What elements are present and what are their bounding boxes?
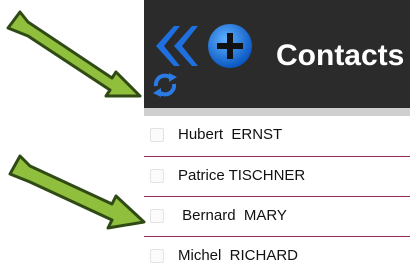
contact-name: Hubert ERNST <box>178 126 283 143</box>
contact-row[interactable]: Michel RICHARD <box>144 236 410 276</box>
add-circle-icon[interactable] <box>206 22 254 70</box>
contact-list: Hubert ERNST Patrice TISCHNER Bernard MA… <box>144 116 410 276</box>
app-header: Contacts <box>144 0 410 108</box>
page-title: Contacts <box>276 39 405 72</box>
header-separator <box>144 108 410 116</box>
annotation-arrow-icon <box>6 10 142 98</box>
contact-name: Michel RICHARD <box>178 247 299 264</box>
annotation-arrow-icon <box>8 154 146 230</box>
contact-name: Bernard MARY <box>178 207 287 224</box>
contact-row[interactable]: Bernard MARY <box>144 196 410 236</box>
contact-checkbox[interactable] <box>150 249 164 263</box>
contact-row[interactable]: Patrice TISCHNER <box>144 156 410 196</box>
contact-checkbox[interactable] <box>150 128 164 142</box>
double-chevron-left-icon[interactable] <box>152 24 198 68</box>
contact-name: Patrice TISCHNER <box>178 167 306 184</box>
contact-row[interactable]: Hubert ERNST <box>144 116 410 156</box>
